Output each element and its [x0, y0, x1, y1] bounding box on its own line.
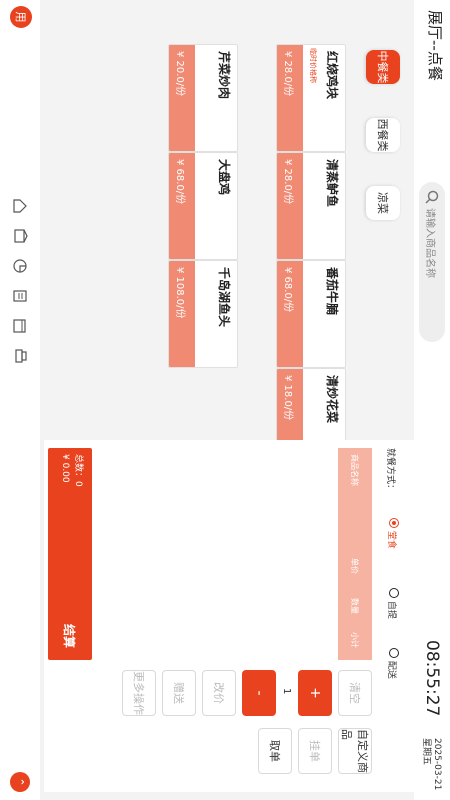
dining-label: 就餐方式：	[385, 448, 395, 494]
dining-option-label: 配送	[386, 660, 396, 679]
quantity-value: 1	[281, 688, 292, 695]
dish-name: 红烧鸡块	[325, 51, 339, 100]
tab-western[interactable]: 西餐类	[366, 118, 400, 152]
top-bar: 展厅--点餐 请输入商品名称 08:55:27 2025-03-21 星期五	[414, 0, 450, 800]
dish-name: 千岛湖鱼头	[217, 267, 231, 328]
dining-option-dinein[interactable]: 堂食	[386, 518, 399, 549]
retrieve-order-button[interactable]: 取单	[258, 728, 292, 774]
app-canvas: 展厅--点餐 请输入商品名称 08:55:27 2025-03-21 星期五 用…	[0, 0, 450, 800]
pie-chart-icon[interactable]	[12, 258, 28, 274]
dish-card[interactable]: 大盘鸡 ¥ 68.0/份	[168, 152, 238, 260]
dish-grid: 红烧鸡块 ¥ 28.0/份 清蒸鲈鱼 ¥ 28.0/份 番茄牛腩 ¥ 68.0/…	[40, 0, 358, 476]
avatar[interactable]: 用	[10, 6, 32, 28]
tab-chinese[interactable]: 中餐类	[366, 50, 400, 84]
dish-name: 大盘鸡	[217, 159, 231, 196]
order-table-header: 商品名称 单价 数量 小计	[338, 448, 372, 660]
dish-name: 番茄牛腩	[325, 267, 339, 316]
radio-selected-icon	[389, 518, 399, 528]
tab-cold[interactable]: 凉菜	[366, 186, 400, 220]
count-label: 总数：0	[73, 454, 83, 487]
more-actions-button[interactable]: 更多操作	[122, 670, 156, 716]
checkout-bar: 总数：0 ¥ 0.00 结算	[48, 448, 92, 660]
dish-card[interactable]: 芹菜炒肉 ¥ 20.0/份	[168, 44, 238, 152]
dining-option-delivery[interactable]: 配送	[386, 648, 399, 679]
page-title: 展厅--点餐	[426, 10, 444, 81]
radio-icon	[389, 648, 399, 658]
clock-date: 2025-03-21 星期五	[420, 738, 442, 790]
dish-card[interactable]: 千岛湖鱼头 ¥ 108.0/份	[168, 260, 238, 368]
dish-price: ¥ 68.0/份	[169, 153, 195, 259]
radio-icon	[389, 588, 399, 598]
dish-name: 芹菜炒肉	[217, 51, 231, 100]
col-qty: 数量	[350, 598, 359, 614]
clear-button[interactable]: 清空	[338, 670, 372, 716]
dish-price: ¥ 20.0/份	[169, 45, 195, 151]
total-amount: ¥ 0.00	[60, 454, 70, 483]
calendar-icon[interactable]	[12, 318, 28, 334]
dish-name: 清炒花菜	[325, 375, 339, 424]
plus-button[interactable]: +	[298, 670, 332, 716]
col-price: 单价	[350, 558, 359, 574]
collapse-button[interactable]: ⌃	[10, 772, 30, 792]
dining-option-pickup[interactable]: 自提	[386, 588, 399, 619]
search-input[interactable]: 请输入商品名称	[419, 182, 445, 342]
search-placeholder: 请输入商品名称	[424, 208, 435, 278]
dish-price: ¥ 28.0/份	[277, 45, 303, 151]
minus-button[interactable]: -	[242, 670, 276, 716]
dish-price: ¥ 68.0/份	[277, 261, 303, 367]
report-icon[interactable]	[12, 288, 28, 304]
dish-card[interactable]: 番茄牛腩 ¥ 68.0/份	[276, 260, 346, 368]
col-name: 商品名称	[350, 454, 359, 486]
dish-price: ¥ 28.0/份	[277, 153, 303, 259]
dish-card[interactable]: 清蒸鲈鱼 ¥ 28.0/份	[276, 152, 346, 260]
dish-price: ¥ 108.0/份	[169, 261, 195, 367]
dining-option-label: 自提	[386, 600, 396, 619]
dish-name: 清蒸鲈鱼	[325, 159, 339, 208]
gift-button[interactable]: 赠送	[162, 670, 196, 716]
search-icon	[425, 190, 439, 204]
toolbar: 用 ⌃	[0, 0, 40, 800]
home-icon[interactable]	[12, 198, 28, 214]
dining-options: 就餐方式： 堂食 自提 配送	[372, 448, 408, 784]
custom-item-button[interactable]: 自定义商品	[338, 728, 372, 774]
category-tabs: 中餐类 西餐类 凉菜	[358, 0, 414, 250]
printer-icon[interactable]	[12, 348, 28, 364]
weekday-text: 星期五	[421, 738, 431, 766]
date-text: 2025-03-21	[432, 738, 442, 791]
action-buttons: 清空 + 1 - 改价 赠送 更多操作 自定义商品 挂单 取单	[48, 670, 372, 786]
clock-time: 08:55:27	[422, 640, 442, 717]
temp-price-tag: 临时价格称	[309, 48, 317, 83]
box-icon[interactable]	[12, 228, 28, 244]
col-subtotal: 小计	[350, 632, 359, 648]
dining-option-label: 堂食	[386, 530, 396, 549]
change-price-button[interactable]: 改价	[202, 670, 236, 716]
hold-order-button[interactable]: 挂单	[298, 728, 332, 774]
checkout-button[interactable]: 结算	[61, 624, 78, 648]
order-panel: 就餐方式： 堂食 自提 配送 商品名称 单价 数量 小计 总数：0 ¥ 0.00…	[44, 440, 414, 792]
